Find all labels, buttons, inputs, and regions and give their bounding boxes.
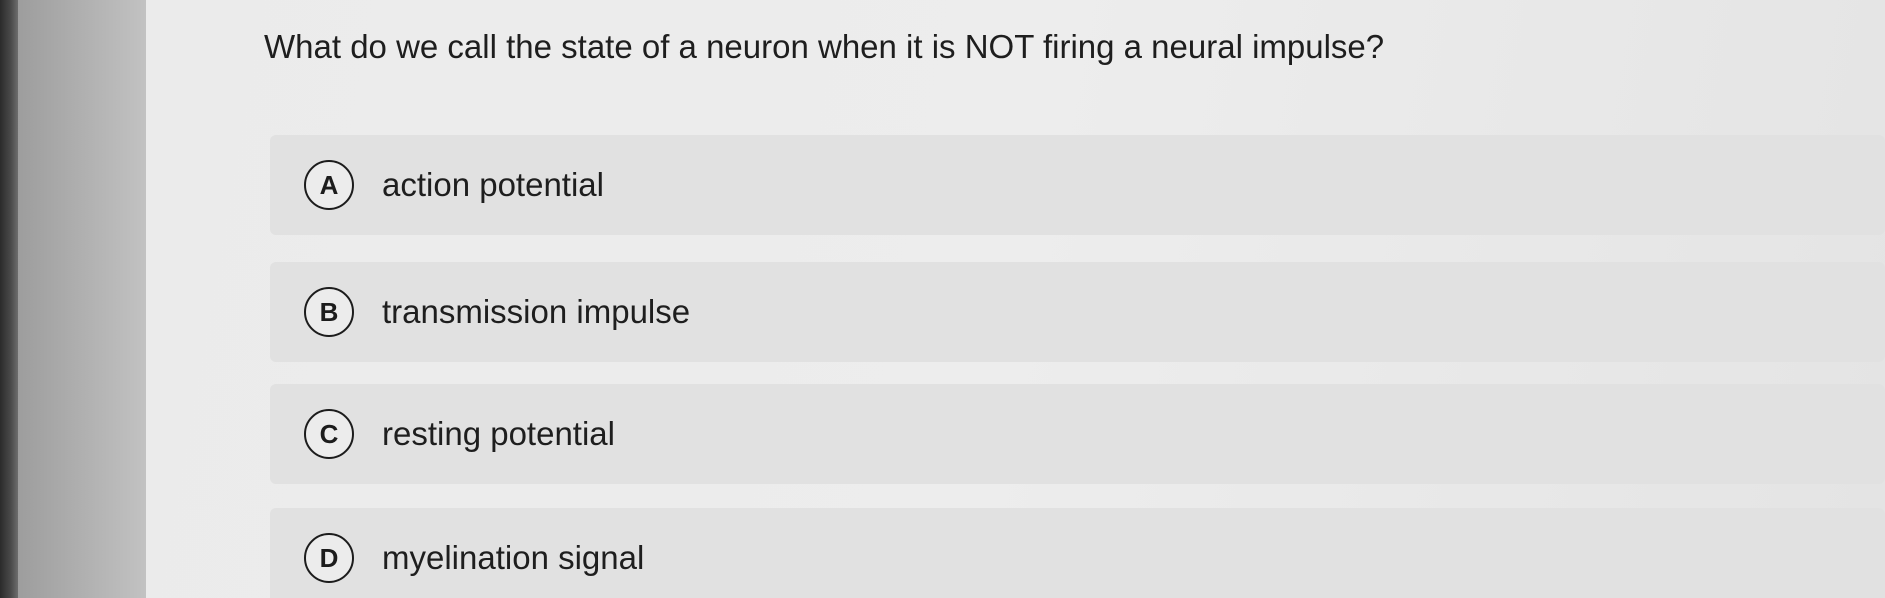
option-label: transmission impulse xyxy=(382,293,691,330)
monitor-bezel xyxy=(0,0,18,598)
option-letter-badge: B xyxy=(304,287,354,337)
option-label: action potential xyxy=(382,166,604,203)
option-b[interactable]: B transmission impulse xyxy=(270,262,1885,362)
option-letter-badge: D xyxy=(304,533,354,583)
option-label: myelination signal xyxy=(382,539,645,576)
left-sidebar-edge xyxy=(18,0,146,598)
option-c[interactable]: C resting potential xyxy=(270,384,1885,484)
option-letter-badge: C xyxy=(304,409,354,459)
option-d[interactable]: D myelination signal xyxy=(270,508,1885,598)
option-letter-badge: A xyxy=(304,160,354,210)
option-a[interactable]: A action potential xyxy=(270,135,1885,235)
option-label: resting potential xyxy=(382,415,615,452)
question-text: What do we call the state of a neuron wh… xyxy=(264,28,1385,65)
